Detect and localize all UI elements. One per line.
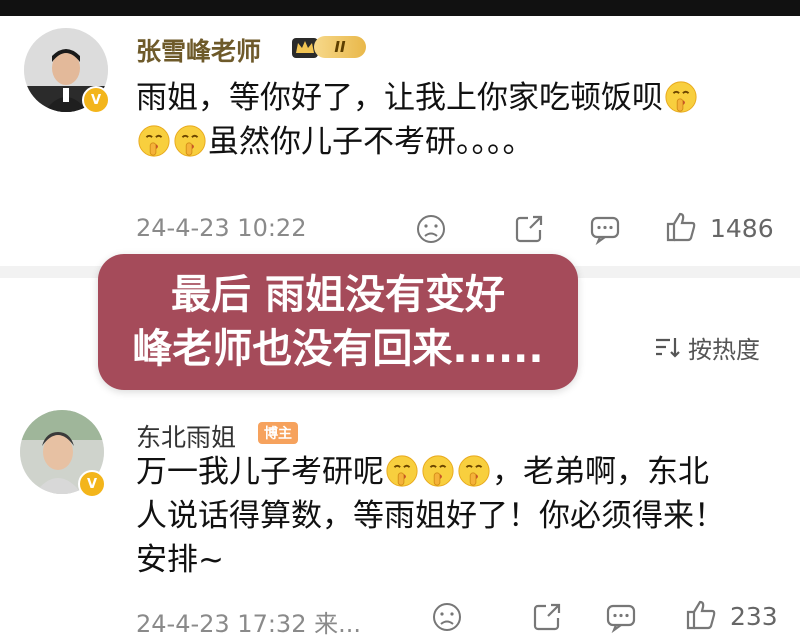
username[interactable]: 张雪峰老师 xyxy=(136,32,261,68)
timestamp: 24-4-23 10:22 xyxy=(136,214,307,242)
overlay-line: 最后 雨姐没有变好 xyxy=(171,272,505,318)
thumbs-up-icon[interactable] xyxy=(664,210,698,244)
comment-line: ，老弟啊，东北 xyxy=(492,454,709,490)
like-count: 233 xyxy=(730,602,778,631)
comment-line: 万一我儿子考研呢 xyxy=(136,454,384,490)
verified-icon: V xyxy=(82,86,110,114)
sort-label[interactable]: 按热度 xyxy=(688,330,760,365)
sort-icon xyxy=(656,338,680,358)
share-icon[interactable] xyxy=(512,212,546,246)
comment-icon[interactable] xyxy=(604,600,638,634)
comment-text: 万一我儿子考研呢 ，老弟啊，东北 人说话得算数，等雨姐好了！你必须得来！ 安排~ xyxy=(136,450,776,582)
share-icon[interactable] xyxy=(530,600,564,634)
comment-line: 人说话得算数，等雨姐好了！你必须得来！ xyxy=(136,498,725,534)
sad-face-icon[interactable] xyxy=(414,212,448,246)
shushing-face-emoji xyxy=(457,454,491,488)
shushing-face-emoji xyxy=(421,454,455,488)
thumbs-up-icon[interactable] xyxy=(684,598,718,632)
shushing-face-emoji xyxy=(385,454,419,488)
rank-level: II xyxy=(314,36,366,58)
like-count: 1486 xyxy=(710,214,774,243)
caption-overlay: 最后 雨姐没有变好 峰老师也没有回来...... xyxy=(98,254,578,390)
comment-line: 安排~ xyxy=(136,542,224,578)
comment-text: 雨姐，等你好了，让我上你家吃顿饭呗 虽然你儿子不考研。。。。 xyxy=(136,76,776,164)
comment-line: 雨姐，等你好了，让我上你家吃顿饭呗 xyxy=(136,80,663,116)
comment-item: V 张雪峰老师 II 雨姐，等你好了，让我上你家吃顿饭呗 虽然你儿子不考研。。。… xyxy=(0,0,800,266)
comment-line: 虽然你儿子不考研。。。。 xyxy=(208,124,534,160)
rank-badge: II xyxy=(290,34,366,60)
timestamp: 24-4-23 17:32 来... xyxy=(136,610,361,638)
username[interactable]: 东北雨姐 xyxy=(136,418,236,454)
comment-item: V 东北雨姐 博主 万一我儿子考研呢 ，老弟啊，东北 人说话得算数，等雨姐好了！你… xyxy=(0,390,800,638)
shushing-face-emoji xyxy=(173,124,207,158)
shushing-face-emoji xyxy=(664,80,698,114)
overlay-line: 峰老师也没有回来...... xyxy=(132,326,544,372)
sad-face-icon[interactable] xyxy=(430,600,464,634)
verified-icon: V xyxy=(78,470,106,498)
shushing-face-emoji xyxy=(137,124,171,158)
comment-icon[interactable] xyxy=(588,212,622,246)
author-tag: 博主 xyxy=(258,422,298,444)
